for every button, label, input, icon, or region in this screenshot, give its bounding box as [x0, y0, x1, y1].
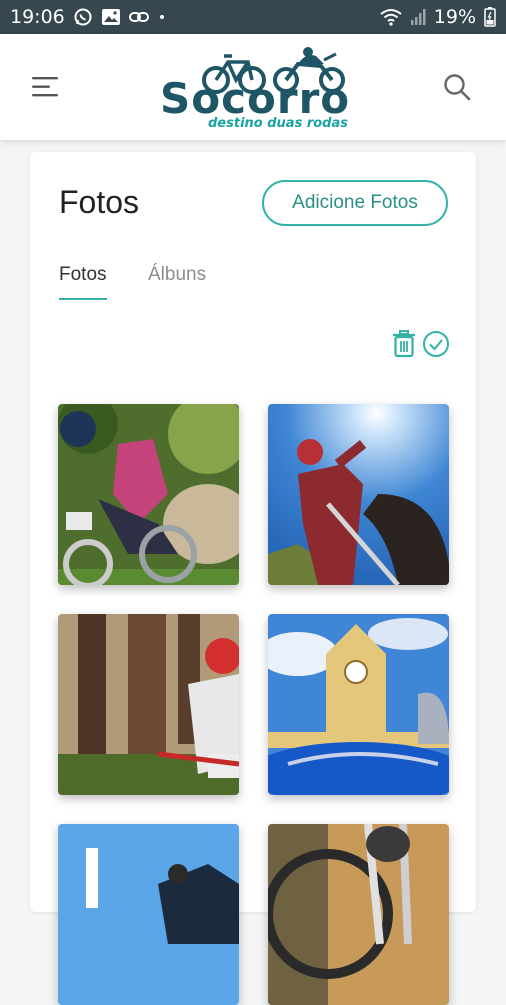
status-bar: 19:06 19%: [0, 0, 506, 34]
photo-tools: [390, 330, 450, 358]
add-photos-button[interactable]: Adicione Fotos: [262, 180, 448, 226]
battery-percent: 19%: [433, 6, 476, 28]
photos-card: Fotos Adicione Fotos Fotos Álbuns: [30, 152, 476, 1005]
select-all-button[interactable]: [422, 330, 450, 358]
signal-icon: [410, 8, 426, 26]
logo-tagline: destino duas rodas: [208, 116, 348, 131]
app-header: Socorro destino duas rodas: [0, 34, 506, 140]
photo-thumbnail[interactable]: [58, 824, 239, 1005]
tab-fotos[interactable]: Fotos: [59, 264, 107, 286]
battery-icon: [484, 7, 496, 27]
delete-button[interactable]: [390, 330, 418, 358]
tab-albuns[interactable]: Álbuns: [148, 264, 206, 286]
photo-rider-sky: [58, 824, 239, 1005]
status-time: 19:06: [10, 6, 65, 28]
active-tab-indicator: [59, 298, 107, 300]
photo-clock-tower-motorcycle: [268, 614, 449, 795]
photo-rider-pink-jersey: [58, 404, 239, 585]
check-circle-icon: [423, 331, 449, 357]
menu-button[interactable]: [30, 74, 60, 100]
photo-thumbnail[interactable]: [58, 404, 239, 585]
page-title: Fotos: [59, 184, 140, 220]
wifi-icon: [380, 8, 402, 26]
whatsapp-icon: [73, 7, 93, 27]
search-button[interactable]: [442, 72, 472, 102]
search-icon: [444, 74, 471, 101]
trash-icon: [393, 330, 415, 358]
dot-icon: [157, 12, 167, 22]
photo-rider-forest: [58, 614, 239, 795]
photo-thumbnail[interactable]: [58, 614, 239, 795]
photo-thumbnail[interactable]: [268, 824, 449, 1005]
photo-rider-blue-sky: [268, 404, 449, 585]
photo-thumbnail[interactable]: [268, 404, 449, 585]
menu-icon: [32, 77, 58, 97]
link-icon: [128, 10, 149, 24]
gallery-icon: [101, 8, 121, 26]
photo-thumbnail[interactable]: [268, 614, 449, 795]
app-logo: Socorro destino duas rodas: [156, 46, 349, 132]
photo-bicycle-wheel: [268, 824, 449, 1005]
